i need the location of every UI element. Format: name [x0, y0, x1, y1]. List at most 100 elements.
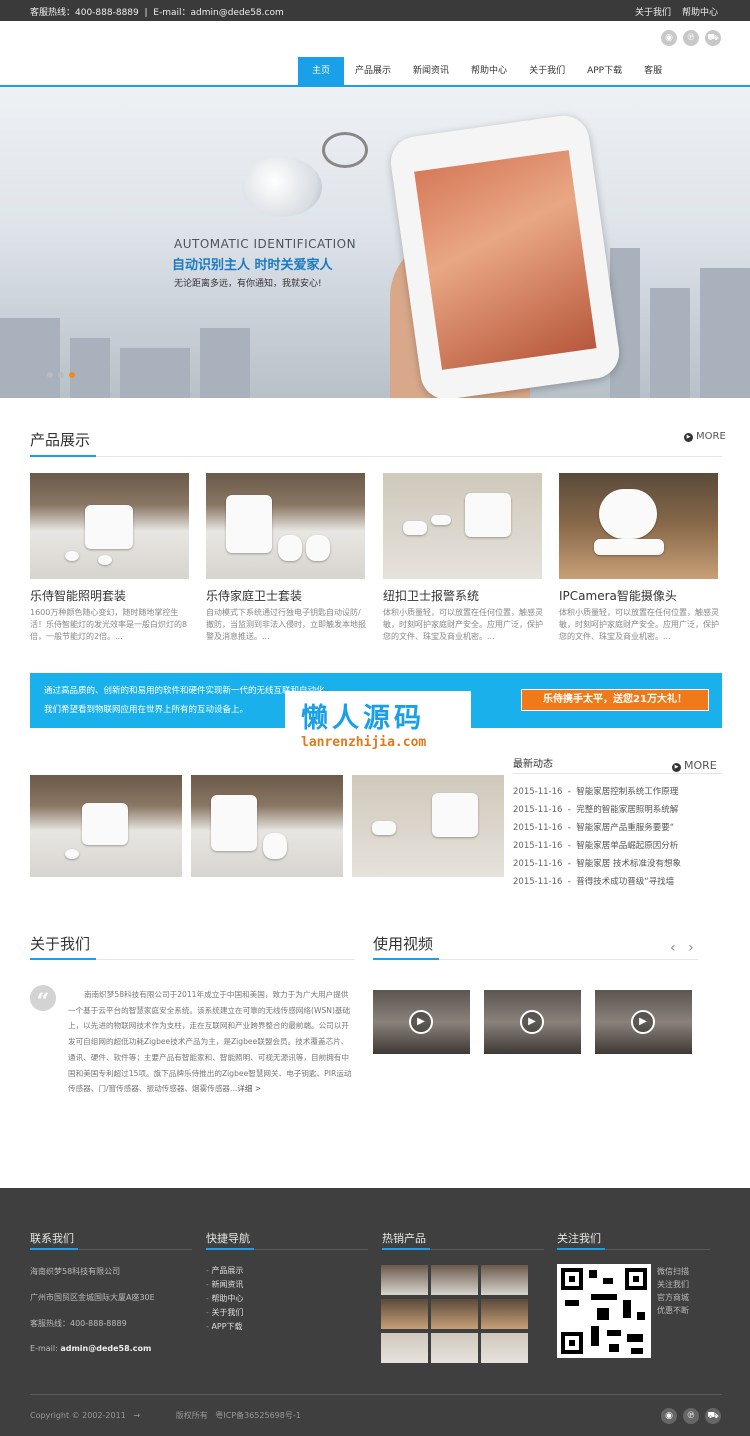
footer-social-icons: ◉ ℗ ⛟ [661, 1408, 721, 1424]
city-building [70, 338, 110, 398]
product-image[interactable] [206, 473, 365, 579]
product-desc: 自动模式下系统通过行独电子钥匙自动设防/撤防，当监测到非法入侵时，立即触发本地报… [206, 608, 366, 641]
city-building [650, 288, 690, 398]
city-building [0, 318, 60, 398]
hot-product-thumb[interactable] [381, 1265, 428, 1295]
email-text: E-mail：admin@dede58.com [153, 8, 284, 18]
pinterest-icon[interactable]: ℗ [683, 30, 699, 46]
hot-product-thumb[interactable] [481, 1333, 528, 1363]
product-title[interactable]: 乐侍家庭卫士套装 [206, 587, 302, 604]
hot-product-thumb[interactable] [431, 1299, 478, 1329]
hotline-text: 客服热线：400-888-8889 [30, 8, 139, 18]
promo-button[interactable]: 乐侍携手太平，送您21万大礼！ [521, 689, 709, 711]
city-building [200, 328, 250, 398]
city-building [700, 268, 750, 398]
about-detail-link[interactable]: 详细 > [237, 1084, 261, 1093]
news-item[interactable]: 2015-11-16 - 智能家居产品重服务要要“ [513, 821, 674, 833]
gallery-image[interactable] [30, 775, 182, 877]
footer-contact-title: 联系我们 [30, 1232, 74, 1245]
banner-en-text: AUTOMATIC IDENTIFICATION [174, 237, 357, 251]
footer-underline [557, 1248, 605, 1250]
news-item[interactable]: 2015-11-16 - 智能家居控制系统工作原理 [513, 785, 678, 797]
watermark-cn: 懒人源码 [301, 703, 425, 734]
weibo-icon[interactable]: ◉ [661, 30, 677, 46]
nav-app[interactable]: APP下载 [576, 57, 633, 86]
footer-email-link[interactable]: admin@dede58.com [60, 1344, 151, 1353]
top-link-help[interactable]: 帮助中心 [682, 5, 718, 18]
strip-line2: 我们希望看到物联网应用在世界上所有的互动设备上。 [44, 705, 249, 715]
cart-icon[interactable]: ⛟ [705, 1408, 721, 1424]
city-building [120, 348, 190, 398]
news-item[interactable]: 2015-11-16 - 完整的智能家居照明系统解 [513, 803, 678, 815]
hot-product-thumb[interactable] [481, 1299, 528, 1329]
footer-nav-item[interactable]: APP下载 [206, 1321, 242, 1332]
section-underline [30, 958, 96, 960]
watermark: 懒人源码 lanrenzhijia.com [285, 691, 471, 756]
footer-underline [382, 1248, 430, 1250]
quote-icon: “ [30, 985, 56, 1015]
product-image[interactable] [559, 473, 718, 579]
gallery-image[interactable] [352, 775, 504, 877]
play-icon[interactable]: ▶ [409, 1010, 433, 1034]
play-icon[interactable]: ▶ [520, 1010, 544, 1034]
banner-sub-text: 无论距离多远，有你通知，我就安心! [174, 279, 322, 289]
nav-help[interactable]: 帮助中心 [460, 57, 518, 86]
footer-nav-item[interactable]: 产品展示 [206, 1265, 243, 1276]
video-arrows: ‹ › [670, 940, 698, 956]
footer-company: 海南织梦58科技有限公司 [30, 1267, 121, 1276]
copyright: Copyright © 2002-2011 → 版权所有 粤ICP备365256… [30, 1411, 301, 1420]
cart-icon[interactable]: ⛟ [705, 30, 721, 46]
prev-arrow-icon[interactable]: ‹ [670, 940, 680, 956]
slider-dots [47, 372, 75, 378]
footer-nav-item[interactable]: 关于我们 [206, 1307, 243, 1318]
gallery-image[interactable] [191, 775, 343, 877]
product-title[interactable]: 纽扣卫士报警系统 [383, 587, 479, 604]
news-item[interactable]: 2015-11-16 - 智能家居单品崛起原因分析 [513, 839, 678, 851]
video-thumbnail[interactable]: ▶ [484, 990, 581, 1054]
hot-product-thumb[interactable] [431, 1265, 478, 1295]
products-more-link[interactable]: MORE [684, 431, 726, 442]
news-item[interactable]: 2015-11-16 - 普得技术成功晋级“寻找墙 [513, 875, 674, 887]
next-arrow-icon[interactable]: › [688, 940, 698, 956]
footer-nav-item[interactable]: 新闻资讯 [206, 1279, 243, 1290]
slider-dot[interactable] [47, 372, 53, 378]
phone-image [387, 112, 623, 398]
product-image[interactable] [383, 473, 542, 579]
weibo-icon[interactable]: ◉ [661, 1408, 677, 1424]
product-title[interactable]: IPCamera智能摄像头 [559, 587, 677, 604]
follow-line: 关注我们 [657, 1280, 689, 1289]
video-title: 使用视频 [373, 935, 434, 953]
product-desc: 体积小质量轻，可以放置在任何位置，触感灵敏，时刻呵护家庭财产安全。应用广泛，保护… [559, 608, 719, 641]
nav-news[interactable]: 新闻资讯 [402, 57, 460, 86]
hot-product-thumb[interactable] [481, 1265, 528, 1295]
nav-home[interactable]: 主页 [298, 57, 345, 86]
pinterest-icon[interactable]: ℗ [683, 1408, 699, 1424]
strip-line1: 通过高品质的、创新的和易用的软件和硬件实现新一代的无线互联和自动化 [44, 686, 325, 696]
nav-service[interactable]: 客服 [633, 57, 673, 86]
video-thumbnail[interactable]: ▶ [595, 990, 692, 1054]
footer-nav-item[interactable]: 帮助中心 [206, 1293, 243, 1304]
phone-screen [414, 150, 597, 370]
video-thumbnail[interactable]: ▶ [373, 990, 470, 1054]
hot-product-thumb[interactable] [381, 1299, 428, 1329]
product-title[interactable]: 乐侍智能照明套装 [30, 587, 126, 604]
section-divider [30, 456, 722, 457]
footer-email: E-mail: admin@dede58.com [30, 1344, 152, 1353]
nav-products[interactable]: 产品展示 [344, 57, 402, 86]
social-icons: ◉ ℗ ⛟ [661, 30, 721, 46]
footer-bottom-divider [30, 1394, 722, 1395]
news-item[interactable]: 2015-11-16 - 智能家居 技术标准没有想象 [513, 857, 681, 869]
hot-product-thumb[interactable] [431, 1333, 478, 1363]
product-image[interactable] [30, 473, 189, 579]
about-text: 南南织梦58科技有限公司于2011年成立于中国和美国，致力于为广大用户提供一个基… [68, 990, 352, 1094]
slider-dot[interactable] [58, 372, 64, 378]
hot-product-thumb[interactable] [381, 1333, 428, 1363]
hero-banner[interactable]: AUTOMATIC IDENTIFICATION 自动识别主人 时时关爱家人 无… [0, 87, 750, 398]
footer-follow-title: 关注我们 [557, 1232, 601, 1245]
slider-dot-active[interactable] [69, 372, 75, 378]
nav-about[interactable]: 关于我们 [518, 57, 576, 86]
news-title: 最新动态 [513, 759, 553, 770]
top-link-about[interactable]: 关于我们 [635, 5, 671, 18]
news-more-link[interactable]: MORE [672, 759, 717, 772]
play-icon[interactable]: ▶ [631, 1010, 655, 1034]
